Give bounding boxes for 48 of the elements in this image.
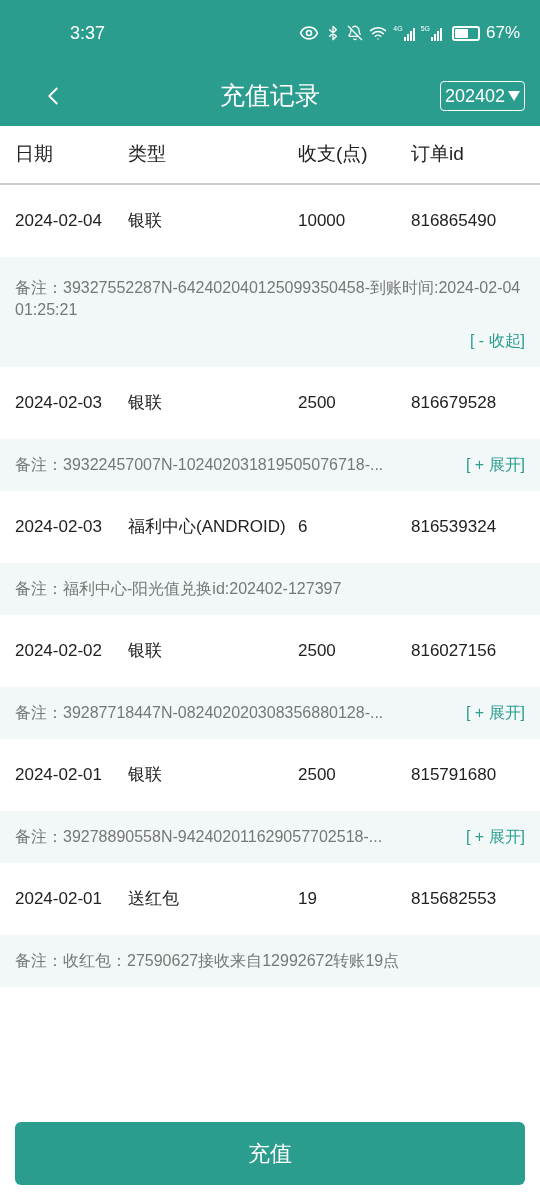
- expand-link[interactable]: [ + 展开]: [465, 453, 525, 477]
- note-text: 备注：39322457007N-102402031819505076718-...: [15, 455, 384, 475]
- bell-off-icon: [347, 25, 364, 41]
- note-text: 备注：收红包：27590627接收来自12992672转账19点: [15, 951, 400, 971]
- date-cell-text: 2024-02-03: [15, 392, 103, 415]
- note-text: 备注：39327552287N-642402040125099350458-到账时间:2024-02-04 01:25:21: [15, 278, 522, 320]
- type-cell-text: 银联: [128, 392, 163, 415]
- battery-icon: [451, 25, 480, 41]
- amount-cell-text: 19: [298, 888, 318, 911]
- column-header: 类型: [128, 142, 167, 167]
- date-cell-text: 2024-02-01: [15, 888, 103, 911]
- note-text: 备注：福利中心-阳光值兑换id:202402-127397: [15, 579, 342, 599]
- type-cell-text: 福利中心(ANDROID): [128, 516, 287, 539]
- type-cell-text: 送红包: [128, 888, 180, 911]
- date-cell-text: 2024-02-01: [15, 764, 103, 787]
- date-cell-text: 2024-02-02: [15, 640, 103, 663]
- order-id-cell-text: 816679528: [411, 392, 498, 415]
- type-cell-text: 银联: [128, 640, 163, 663]
- amount-cell-text: 10000: [298, 210, 347, 233]
- month-selector[interactable]: 202402: [439, 81, 525, 111]
- note-text: 备注：39287718447N-082402020308356880128-...: [15, 703, 384, 723]
- order-id-cell-text: 816539324: [411, 516, 498, 539]
- amount-cell-text: 2500: [298, 764, 337, 787]
- order-id-cell-text: 816027156: [411, 640, 498, 663]
- amount-cell-text: 2500: [298, 392, 337, 415]
- collapse-link[interactable]: [ - 收起]: [469, 329, 525, 353]
- column-header: 收支(点): [298, 142, 369, 167]
- column-header: 订单id: [411, 142, 465, 167]
- expand-link[interactable]: [ + 展开]: [465, 825, 525, 849]
- status-time: 3:37: [70, 21, 106, 45]
- order-id-cell-text: 815682553: [411, 888, 498, 911]
- eye-icon: [299, 23, 320, 43]
- type-cell-text: 银联: [128, 210, 163, 233]
- order-id-cell-text: 816865490: [411, 210, 498, 233]
- type-cell-text: 银联: [128, 764, 163, 787]
- note-text: 备注：39278890558N-942402011629057702518-...: [15, 827, 383, 847]
- expand-link[interactable]: [ + 展开]: [465, 701, 525, 725]
- battery-percent: 67%: [485, 22, 520, 45]
- page-title: 充值记录: [220, 80, 320, 112]
- amount-cell-text: 6: [298, 516, 309, 539]
- date-cell-text: 2024-02-03: [15, 516, 103, 539]
- dropdown-triangle-icon: [508, 91, 520, 101]
- recharge-button[interactable]: 充值: [15, 1122, 525, 1185]
- order-id-cell-text: 815791680: [411, 764, 498, 787]
- column-header: 日期: [15, 142, 54, 167]
- amount-cell-text: 2500: [298, 640, 337, 663]
- wifi-icon: [369, 24, 388, 42]
- date-cell-text: 2024-02-04: [15, 210, 103, 233]
